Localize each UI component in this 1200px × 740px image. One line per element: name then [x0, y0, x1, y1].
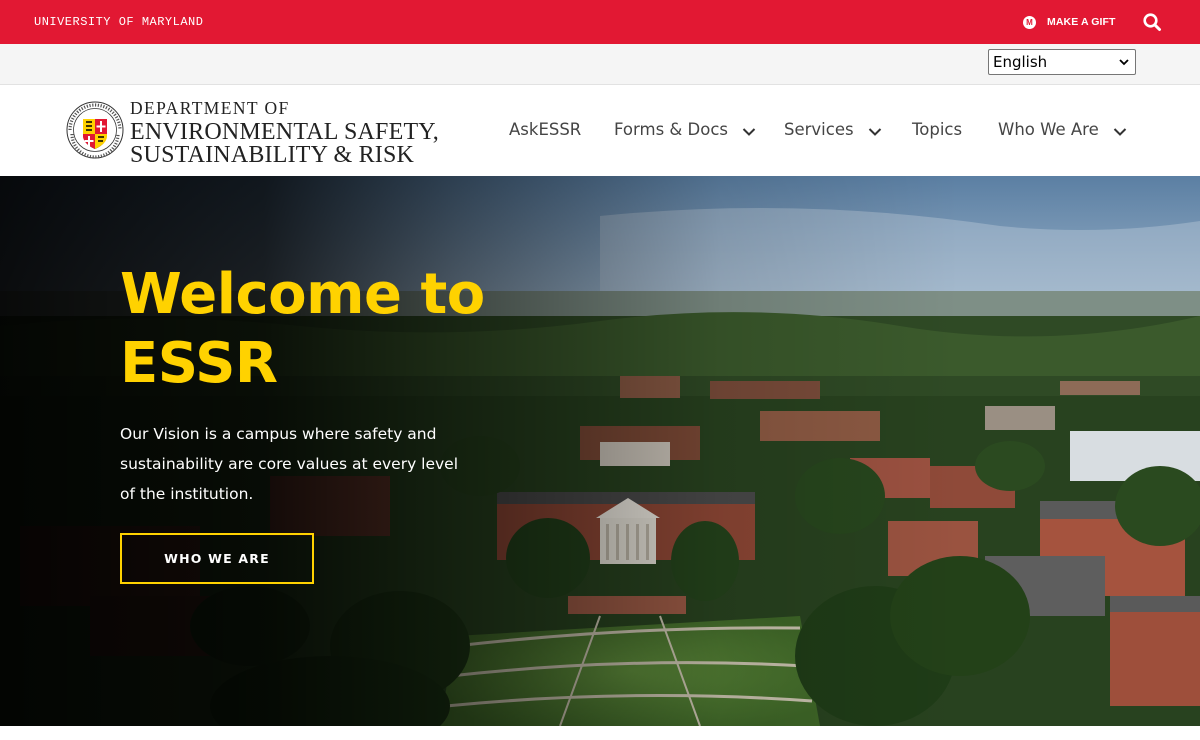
- page-content-start: [0, 726, 1200, 740]
- dept-name-line1: DEPARTMENT OF: [130, 98, 290, 118]
- chevron-down-icon: [1119, 59, 1129, 66]
- university-link[interactable]: UNIVERSITY OF MARYLAND: [34, 15, 203, 29]
- make-a-gift-link[interactable]: M MAKE A GIFT: [1023, 14, 1116, 30]
- umd-seal-icon[interactable]: [66, 101, 124, 159]
- umd-m-icon: M: [1023, 15, 1036, 29]
- dept-name-line2: ENVIRONMENTAL SAFETY,: [130, 118, 439, 145]
- nav-item-services[interactable]: Services: [784, 120, 882, 139]
- department-name[interactable]: DEPARTMENT OF ENVIRONMENTAL SAFETY, SUST…: [130, 98, 439, 168]
- chevron-down-icon[interactable]: [868, 127, 882, 137]
- chevron-down-icon[interactable]: [1113, 127, 1127, 137]
- language-selected-value: English: [993, 53, 1048, 71]
- hero-vision-text: Our Vision is a campus where safety and …: [120, 425, 459, 503]
- nav-item-label: Topics: [912, 120, 963, 139]
- who-we-are-button[interactable]: WHO WE ARE: [120, 533, 314, 584]
- site-header: DEPARTMENT OF ENVIRONMENTAL SAFETY, SUST…: [0, 86, 1200, 176]
- nav-item-label: Services: [784, 120, 854, 139]
- language-select[interactable]: English: [988, 49, 1136, 75]
- nav-item-forms-docs[interactable]: Forms & Docs: [614, 120, 756, 139]
- nav-item-label: Who We Are: [998, 120, 1099, 139]
- chevron-down-icon[interactable]: [742, 127, 756, 137]
- nav-item-askessr[interactable]: AskESSR: [509, 120, 581, 139]
- nav-item-topics[interactable]: Topics: [912, 120, 962, 139]
- language-bar: English: [0, 44, 1200, 85]
- nav-item-label: AskESSR: [509, 120, 582, 139]
- hero-banner: Welcome to ESSR Our Vision is a campus w…: [0, 176, 1200, 726]
- hero-title: Welcome to ESSR: [120, 262, 485, 396]
- search-icon[interactable]: [1142, 12, 1162, 32]
- dept-name-line3: SUSTAINABILITY & RISK: [130, 141, 415, 168]
- make-a-gift-label: MAKE A GIFT: [1047, 16, 1116, 28]
- utility-bar: UNIVERSITY OF MARYLAND M MAKE A GIFT: [0, 0, 1200, 44]
- nav-item-who-we-are[interactable]: Who We Are: [998, 120, 1127, 139]
- nav-item-label: Forms & Docs: [614, 120, 728, 139]
